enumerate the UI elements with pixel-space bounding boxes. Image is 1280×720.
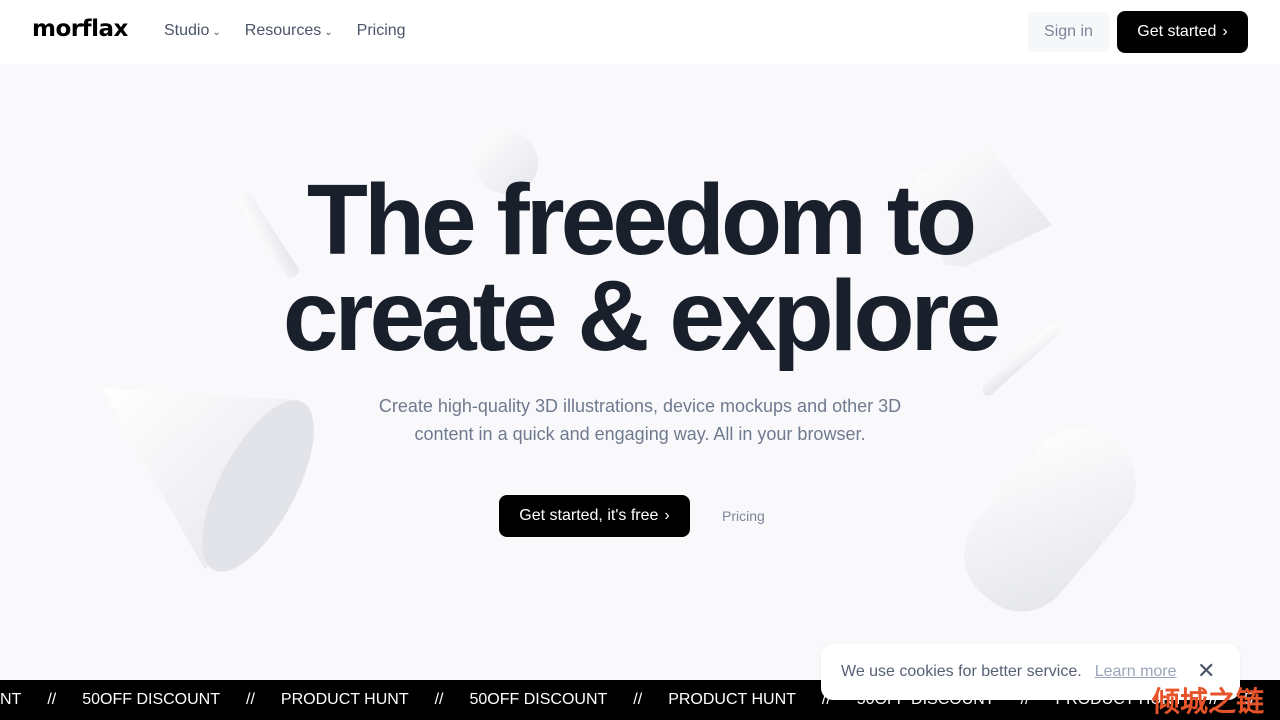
cookie-text: We use cookies for better service. [841,663,1082,680]
hero-title: The freedom to create & explore [0,170,1280,366]
logo[interactable]: morflax [32,16,128,42]
top-nav: morflax Studio ⌄ Resources ⌄ Pricing Sign … [0,0,1280,64]
cylinder-shape [964,428,1136,612]
ticker-item: 50OFF DISCOUNT [82,691,221,708]
ticker-item: // [47,691,57,708]
ticker-item: PRODUCT HUNT [668,691,796,708]
chevron-down-icon: ⌄ [324,27,333,38]
nav-menu: Studio ⌄ Resources ⌄ Pricing [164,22,406,40]
chevron-right-icon: › [1222,23,1228,40]
get-started-button[interactable]: Get started › [1117,11,1248,53]
nav-item-studio[interactable]: Studio ⌄ [164,22,221,40]
get-started-free-button[interactable]: Get started, it's free › [499,495,690,537]
sign-in-button[interactable]: Sign in [1028,12,1109,52]
ticker-item: NT [0,691,22,708]
learn-more-link[interactable]: Learn more [1095,663,1177,681]
ticker-item: // [633,691,643,708]
nav-label: Studio [164,22,210,39]
button-label: Get started, it's free [519,507,659,524]
chevron-down-icon: ⌄ [212,27,221,38]
nav-item-resources[interactable]: Resources ⌄ [245,22,333,40]
chevron-right-icon: › [664,507,670,524]
ticker-item: // [246,691,255,708]
ticker-item: 50OFF DISCOUNT [469,691,608,708]
ticker-item: // [434,691,444,708]
hero-title-line: create & explore [282,260,1001,372]
watermark: 倾城之链 [1152,686,1265,717]
pricing-link[interactable]: Pricing [722,508,765,524]
ticker-item: PRODUCT HUNT [280,691,409,708]
nav-item-pricing[interactable]: Pricing [357,22,406,40]
button-label: Get started [1137,23,1217,40]
nav-label: Resources [244,22,322,39]
hero-subtitle: Create high-quality 3D illustrations, de… [378,396,902,444]
